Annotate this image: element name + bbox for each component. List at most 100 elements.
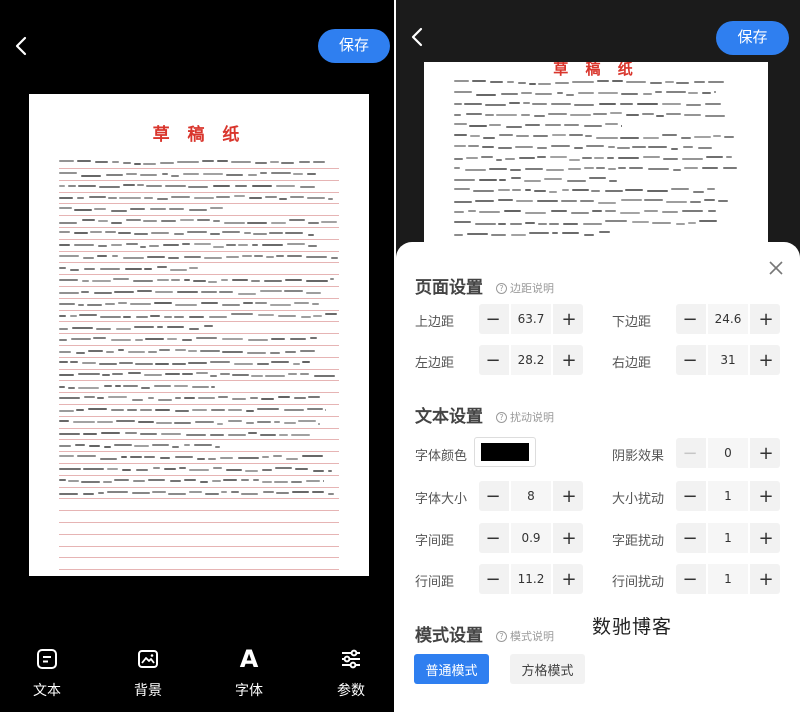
handwriting-stroke <box>155 291 173 294</box>
handwriting-stroke <box>154 302 172 305</box>
normal-mode-button[interactable]: 普通模式 <box>414 654 489 684</box>
handwriting-stroke <box>126 219 141 222</box>
handwriting-stroke <box>174 409 189 412</box>
mode-help-link[interactable]: ? 模式说明 <box>496 628 554 644</box>
handwriting-stroke <box>656 114 665 117</box>
back-icon[interactable] <box>406 25 430 49</box>
minus-icon[interactable]: − <box>479 304 507 334</box>
minus-icon[interactable]: − <box>676 564 704 594</box>
margin-help-link[interactable]: ? 边距说明 <box>496 280 554 296</box>
minus-icon[interactable]: − <box>479 523 507 553</box>
handwriting-stroke <box>257 362 269 365</box>
paper-title: 草 稿 纸 <box>152 125 246 145</box>
minus-icon[interactable]: − <box>676 481 704 511</box>
line-spacing-value[interactable]: 11.2 <box>509 564 553 594</box>
handwriting-stroke <box>684 166 698 169</box>
handwriting-stroke <box>221 304 240 307</box>
char-spacing-value[interactable]: 0.9 <box>509 523 553 553</box>
grid-mode-button[interactable]: 方格模式 <box>510 654 585 684</box>
plus-icon[interactable]: + <box>555 564 583 594</box>
handwriting-stroke <box>524 179 541 182</box>
handwriting-stroke <box>167 493 187 496</box>
line-jitter-value[interactable]: 1 <box>706 564 750 594</box>
jitter-help-link[interactable]: ? 扰动说明 <box>496 409 554 425</box>
handwriting-stroke <box>197 457 206 460</box>
plus-icon[interactable]: + <box>752 481 780 511</box>
handwriting-stroke <box>278 433 288 436</box>
plus-icon[interactable]: + <box>752 345 780 375</box>
left-margin-value[interactable]: 28.2 <box>509 345 553 375</box>
save-button[interactable]: 保存 <box>318 29 390 63</box>
right-margin-value[interactable]: 31 <box>706 345 750 375</box>
handwriting-stroke <box>76 455 97 458</box>
handwriting-stroke <box>189 468 210 471</box>
handwriting-stroke <box>642 93 653 96</box>
handwriting-stroke <box>261 398 274 401</box>
plus-icon[interactable]: + <box>752 564 780 594</box>
spacing-jitter-value[interactable]: 1 <box>706 523 750 553</box>
handwriting-stroke <box>538 82 552 85</box>
handwriting-stroke <box>301 455 323 457</box>
minus-icon[interactable]: − <box>479 481 507 511</box>
shadow-value[interactable]: 0 <box>706 438 750 468</box>
paper-preview: 草 稿 纸 <box>424 62 768 252</box>
top-margin-value[interactable]: 63.7 <box>509 304 553 334</box>
toolbar-params-button[interactable]: 参数 <box>321 644 381 700</box>
toolbar-font-button[interactable]: A 字体 <box>219 644 279 700</box>
handwriting-stroke <box>193 444 213 447</box>
plus-icon[interactable]: + <box>555 523 583 553</box>
handwriting-stroke <box>307 244 318 247</box>
save-button[interactable]: 保存 <box>716 21 789 55</box>
plus-icon[interactable]: + <box>752 523 780 553</box>
handwriting-stroke <box>158 349 171 352</box>
plus-icon[interactable]: + <box>752 304 780 334</box>
handwriting-stroke <box>566 179 586 182</box>
handwriting-stroke <box>153 385 172 388</box>
minus-icon[interactable]: − <box>479 564 507 594</box>
minus-icon[interactable]: − <box>676 438 704 468</box>
handwriting-stroke <box>629 166 644 169</box>
ruled-line <box>59 368 339 370</box>
size-jitter-value[interactable]: 1 <box>706 481 750 511</box>
bottom-margin-label: 下边距 <box>612 315 652 330</box>
bottom-margin-value[interactable]: 24.6 <box>706 304 750 334</box>
close-icon[interactable] <box>766 258 786 278</box>
plus-icon[interactable]: + <box>555 481 583 511</box>
handwriting-stroke <box>225 255 239 258</box>
handwriting-stroke <box>158 398 173 401</box>
handwriting-stroke <box>497 147 512 150</box>
handwriting-stroke <box>484 103 506 106</box>
handwriting-stroke <box>697 147 713 150</box>
handwriting-stroke <box>209 433 225 436</box>
font-size-value[interactable]: 8 <box>509 481 553 511</box>
ruled-line <box>59 392 339 394</box>
handwriting-stroke <box>189 266 198 269</box>
toolbar-background-button[interactable]: 背景 <box>118 644 178 700</box>
handwriting-stroke <box>106 351 115 354</box>
handwriting-stroke <box>99 268 121 271</box>
minus-icon[interactable]: − <box>676 345 704 375</box>
handwriting-stroke <box>537 146 548 149</box>
plus-icon[interactable]: + <box>752 438 780 468</box>
font-color-picker[interactable] <box>474 437 536 467</box>
handwriting-stroke <box>619 212 641 215</box>
handwriting-stroke <box>454 167 461 170</box>
handwriting-stroke <box>585 145 604 148</box>
handwriting-stroke <box>528 231 550 234</box>
handwriting-stroke <box>88 408 107 411</box>
handwriting-stroke <box>77 386 100 389</box>
handwriting-stroke <box>73 243 94 246</box>
minus-icon[interactable]: − <box>479 345 507 375</box>
plus-icon[interactable]: + <box>555 304 583 334</box>
handwriting-stroke <box>569 134 583 136</box>
toolbar-text-button[interactable]: 文本 <box>17 644 77 700</box>
back-icon[interactable] <box>10 34 34 58</box>
minus-icon[interactable]: − <box>676 304 704 334</box>
handwriting-stroke <box>114 384 122 387</box>
handwriting-stroke <box>203 325 214 328</box>
handwriting-stroke <box>284 350 297 353</box>
handwriting-stroke <box>538 222 547 225</box>
plus-icon[interactable]: + <box>555 345 583 375</box>
handwriting-stroke <box>234 185 248 188</box>
minus-icon[interactable]: − <box>676 523 704 553</box>
